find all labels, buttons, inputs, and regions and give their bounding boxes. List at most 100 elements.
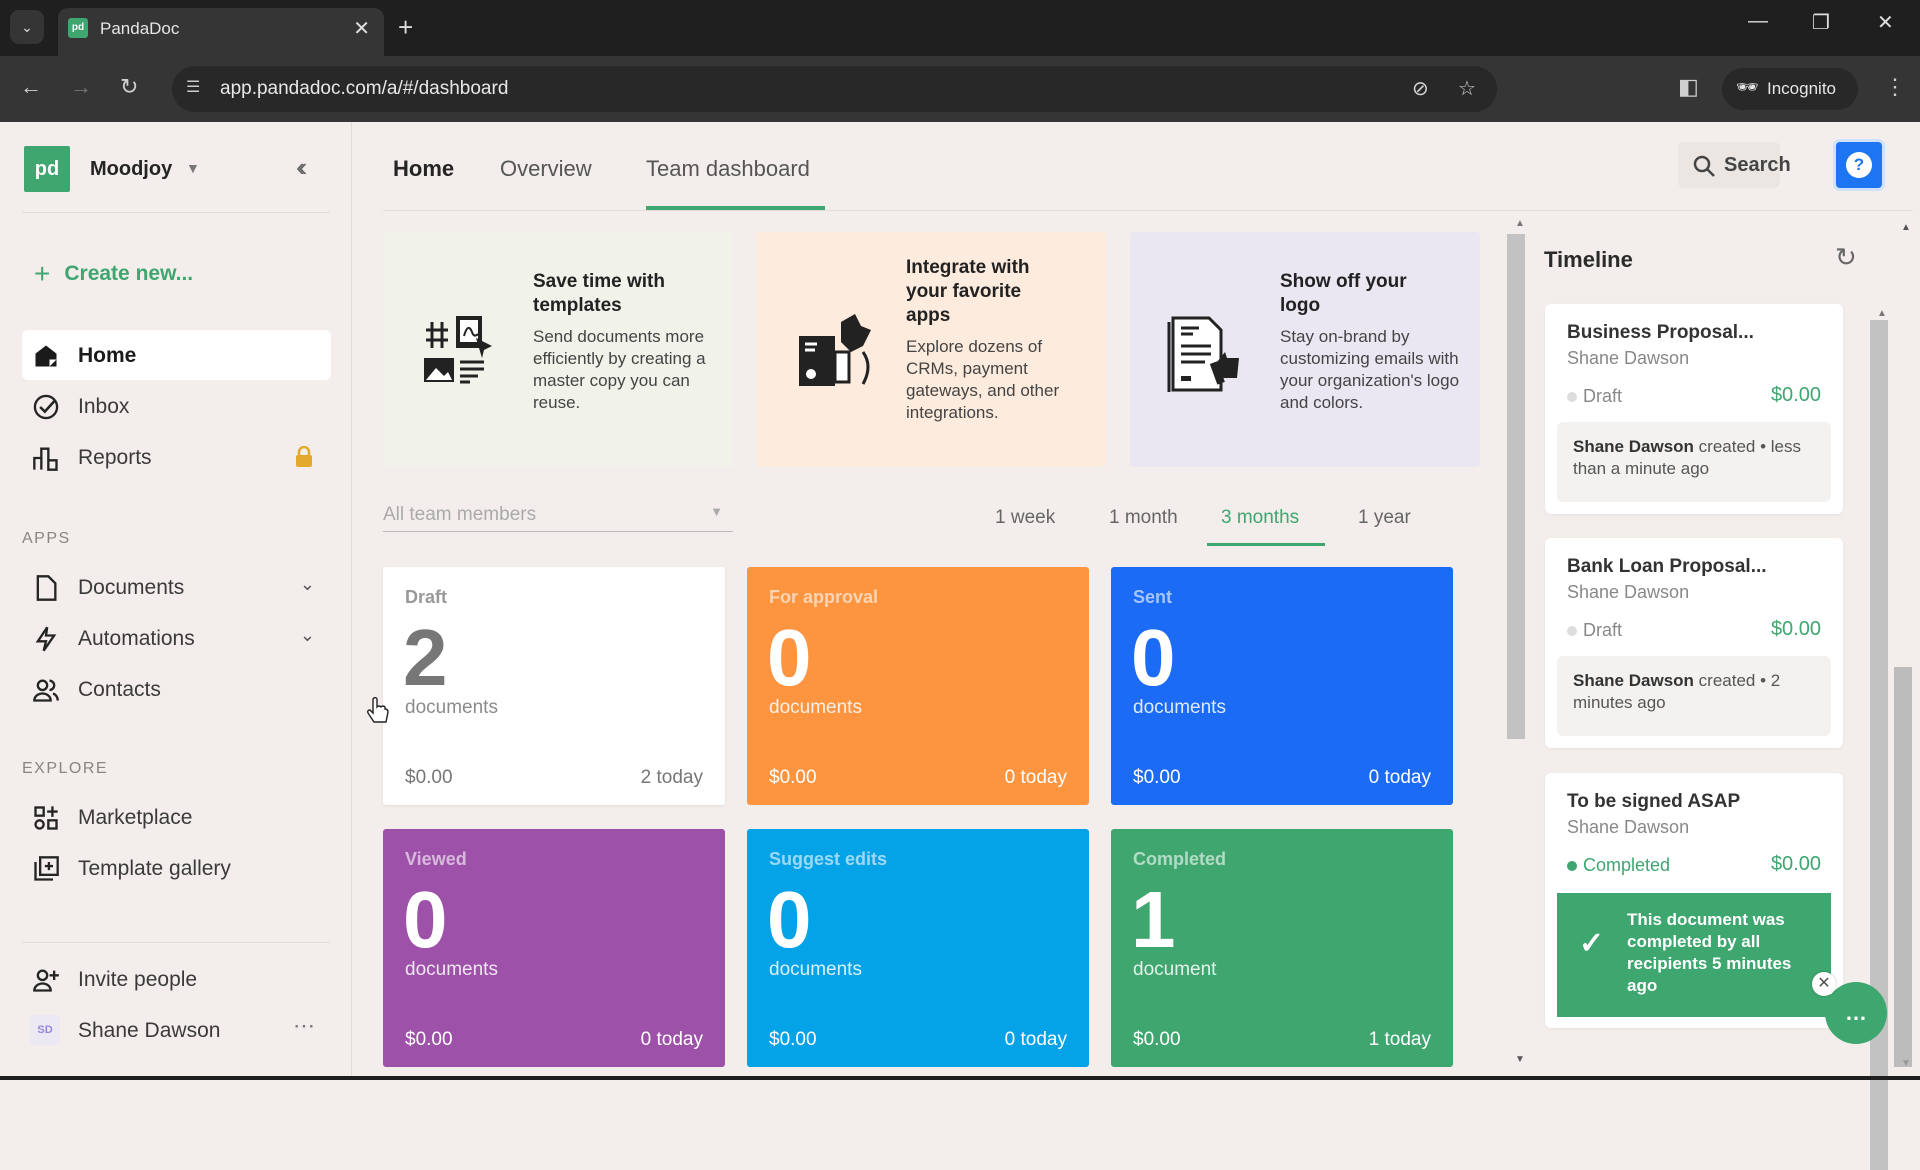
pandadoc-logo[interactable]: pd: [24, 146, 70, 192]
minimize-icon[interactable]: —: [1748, 10, 1768, 33]
team-members-placeholder: All team members: [383, 504, 537, 525]
user-menu[interactable]: SD Shane Dawson ⋯: [22, 1005, 331, 1055]
timeline-item[interactable]: Business Proposal... Shane Dawson Draft $0.…: [1545, 304, 1843, 514]
timeline-scrollbar[interactable]: [1870, 320, 1888, 1170]
stat-amount: $0.00: [769, 767, 817, 788]
sidebar-item-contacts[interactable]: Contacts: [22, 664, 331, 714]
status-dot-icon: [1567, 392, 1577, 402]
help-button[interactable]: ?: [1836, 142, 1882, 188]
sidebar-item-automations[interactable]: Automations ⌄: [22, 613, 331, 663]
search-button[interactable]: Search: [1678, 142, 1791, 188]
invite-people-label: Invite people: [78, 968, 198, 991]
stat-today: 0 today: [1004, 767, 1067, 788]
refresh-icon[interactable]: ↻: [1835, 242, 1857, 273]
incognito-badge[interactable]: 🕶 Incognito: [1722, 68, 1858, 110]
scroll-down-arrow[interactable]: ▼: [1515, 1054, 1525, 1065]
explore-heading: EXPLORE: [22, 760, 109, 777]
url-text[interactable]: app.pandadoc.com/a/#/dashboard: [220, 78, 508, 100]
chat-widget-button[interactable]: …: [1825, 982, 1887, 1044]
page-scroll-down[interactable]: ▼: [1901, 1058, 1911, 1069]
status-badge: Draft: [1567, 620, 1622, 641]
stat-card-draft[interactable]: Draft 2 documents $0.00 2 today: [383, 567, 725, 805]
workspace-name[interactable]: Moodjoy: [90, 158, 172, 181]
tab-overview[interactable]: Overview: [500, 156, 592, 182]
timeline-item[interactable]: Bank Loan Proposal... Shane Dawson Draft $0…: [1545, 538, 1843, 748]
chevron-down-icon[interactable]: ⌄: [300, 625, 315, 646]
stat-today: 2 today: [640, 767, 703, 788]
create-new-button[interactable]: + Create new...: [34, 258, 193, 290]
side-panel-icon[interactable]: ◧: [1678, 74, 1699, 100]
tab-home[interactable]: Home: [393, 156, 454, 182]
caret-down-icon[interactable]: ▼: [186, 160, 200, 176]
timeline-doc-owner: Shane Dawson: [1567, 582, 1690, 602]
stat-amount: $0.00: [405, 767, 453, 788]
stat-unit: document: [1133, 959, 1217, 980]
promo-card-templates[interactable]: Save time with templates Send documents …: [383, 232, 733, 467]
promo-card-integrations[interactable]: Integrate with your favorite apps Explor…: [756, 232, 1106, 467]
sidebar-item-template-gallery[interactable]: Template gallery: [22, 843, 331, 893]
dismiss-chat-icon[interactable]: ✕: [1812, 972, 1836, 996]
reload-button[interactable]: ↻: [120, 74, 138, 100]
tune-icon[interactable]: ☰: [186, 77, 200, 97]
timeline-doc-title[interactable]: To be signed ASAP: [1567, 791, 1740, 813]
stat-amount: $0.00: [1133, 767, 1181, 788]
page-scroll-up[interactable]: ▲: [1901, 222, 1911, 233]
timeline-activity: Shane Dawson created • less than a minut…: [1557, 422, 1831, 502]
timeline-doc-title[interactable]: Bank Loan Proposal...: [1567, 556, 1767, 578]
eye-off-icon[interactable]: ⊘: [1412, 76, 1429, 101]
close-window-icon[interactable]: ✕: [1877, 10, 1894, 35]
timeline-doc-title[interactable]: Business Proposal...: [1567, 322, 1754, 344]
range-3-months[interactable]: 3 months: [1221, 507, 1299, 529]
promo-card-logo[interactable]: Show off your logo Stay on-brand by cust…: [1130, 232, 1480, 467]
collapse-sidebar-icon[interactable]: ‹‹: [296, 152, 308, 183]
page-scrollbar[interactable]: [1894, 667, 1912, 1067]
reload-icon: ↻: [120, 74, 139, 99]
timeline-activity: Shane Dawson created • 2 minutes ago: [1557, 656, 1831, 736]
scroll-up-arrow[interactable]: ▲: [1515, 218, 1525, 229]
sidebar-item-inbox[interactable]: Inbox: [22, 381, 331, 431]
stat-title: Sent: [1133, 587, 1173, 607]
timeline-item[interactable]: To be signed ASAP Shane Dawson Completed $0…: [1545, 773, 1843, 1028]
tab-list-button[interactable]: ⌄: [10, 10, 44, 44]
stat-card-for-approval[interactable]: For approval 0 documents $0.00 0 today: [747, 567, 1089, 805]
timeline-doc-owner: Shane Dawson: [1567, 817, 1690, 837]
incognito-label: Incognito: [1767, 79, 1836, 98]
team-members-select[interactable]: All team members ▼: [383, 500, 733, 532]
stat-card-completed[interactable]: Completed 1 document $0.00 1 today: [1111, 829, 1453, 1067]
sidebar-item-home[interactable]: Home: [22, 330, 331, 380]
main-content: Home Overview Team dashboard Search ? Sa…: [353, 122, 1920, 1170]
stat-count: 0: [767, 613, 812, 702]
back-button[interactable]: ←: [20, 74, 42, 100]
contacts-icon: [33, 679, 59, 702]
timeline-doc-price: $0.00: [1770, 853, 1821, 875]
sidebar-item-marketplace[interactable]: Marketplace: [22, 792, 331, 842]
more-options-icon[interactable]: ⋯: [293, 1013, 315, 1039]
stat-card-sent[interactable]: Sent 0 documents $0.00 0 today: [1111, 567, 1453, 805]
status-dot-icon: [1567, 861, 1577, 871]
invite-people-button[interactable]: Invite people: [22, 954, 331, 1004]
star-icon[interactable]: ☆: [1458, 76, 1476, 101]
stat-card-viewed[interactable]: Viewed 0 documents $0.00 0 today: [383, 829, 725, 1067]
browser-tab[interactable]: pd PandaDoc ✕: [58, 8, 384, 56]
timeline-scroll-up[interactable]: ▲: [1877, 308, 1887, 319]
tab-team-dashboard[interactable]: Team dashboard: [646, 156, 810, 182]
forward-button[interactable]: →: [70, 74, 92, 100]
sidebar-item-reports[interactable]: Reports: [22, 432, 331, 482]
stat-count: 2: [403, 613, 448, 702]
range-1-week[interactable]: 1 week: [995, 507, 1055, 529]
status-badge: Completed: [1567, 855, 1670, 876]
avatar: SD: [30, 1015, 60, 1045]
activity-actor: Shane Dawson: [1573, 437, 1694, 456]
kebab-icon[interactable]: ⋮: [1884, 74, 1906, 100]
stat-card-suggest-edits[interactable]: Suggest edits 0 documents $0.00 0 today: [747, 829, 1089, 1067]
address-bar[interactable]: ☰ app.pandadoc.com/a/#/dashboard ⊘ ☆: [172, 66, 1497, 112]
range-1-year[interactable]: 1 year: [1358, 507, 1411, 529]
chevron-down-icon[interactable]: ⌄: [300, 574, 315, 595]
arrow-left-icon: ←: [20, 74, 42, 99]
range-1-month[interactable]: 1 month: [1109, 507, 1178, 529]
close-tab-icon[interactable]: ✕: [353, 16, 370, 41]
restore-icon[interactable]: ❐: [1812, 10, 1830, 35]
sidebar-item-documents[interactable]: Documents ⌄: [22, 562, 331, 612]
main-scrollbar[interactable]: [1507, 234, 1525, 739]
new-tab-button[interactable]: +: [398, 12, 413, 43]
